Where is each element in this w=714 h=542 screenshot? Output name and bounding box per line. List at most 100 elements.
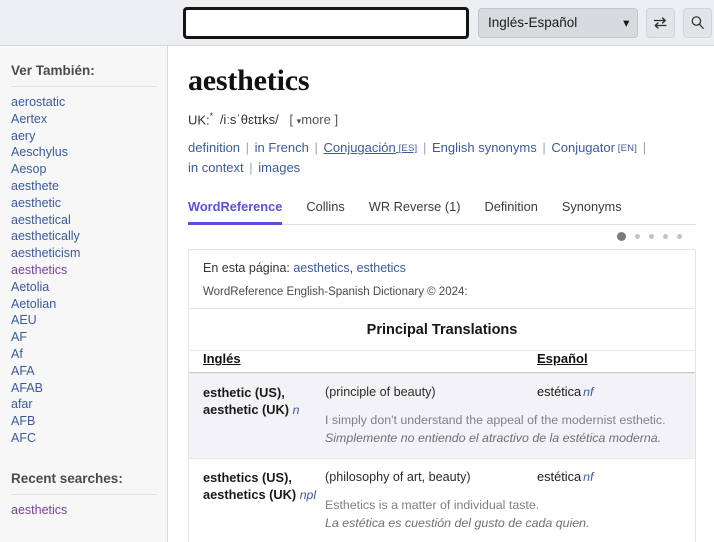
carousel-dots xyxy=(188,225,696,247)
sidebar-divider xyxy=(11,86,157,87)
copyright-line: WordReference English-Spanish Dictionary… xyxy=(203,286,681,298)
translation-sense-cell: (philosophy of art, beauty) Esthetics is … xyxy=(325,469,537,532)
entry-link-in-context[interactable]: in context xyxy=(188,160,244,175)
dictionary-select[interactable]: Inglés-Español xyxy=(478,8,638,38)
carousel-dot-1[interactable] xyxy=(635,234,640,239)
sidebar: Ver También: aerostaticAertexaeryAeschyl… xyxy=(0,46,168,542)
see-also-item-3[interactable]: Aeschylus xyxy=(11,144,167,161)
bracket-close: ] xyxy=(334,112,338,127)
entry-link-images[interactable]: images xyxy=(258,160,300,175)
see-also-item-13[interactable]: AEU xyxy=(11,312,167,329)
entry-link-english-synonyms[interactable]: English synonyms xyxy=(432,140,537,155)
translations-table: Principal Translations Inglés Español es… xyxy=(188,309,696,542)
swap-languages-button[interactable] xyxy=(646,8,675,38)
pronunciation-row: UK:* /iːsˈθɛtɪks/ [ ▾more ] xyxy=(188,111,696,127)
entry-link-conjugator[interactable]: Conjugator xyxy=(551,140,615,155)
see-also-item-19[interactable]: AFB xyxy=(11,413,167,430)
example-english: I simply don't understand the appeal of … xyxy=(325,411,537,429)
tab-wordreference[interactable]: WordReference xyxy=(188,199,282,225)
sidebar-divider-2 xyxy=(11,494,157,495)
spanish-part-of-speech: nf xyxy=(583,385,593,399)
spanish-term: estética xyxy=(537,469,581,484)
entry-link-in-french[interactable]: in French xyxy=(255,140,309,155)
page-body: Ver También: aerostaticAertexaeryAeschyl… xyxy=(0,46,714,542)
spanish-part-of-speech: nf xyxy=(583,470,593,484)
see-also-item-1[interactable]: Aertex xyxy=(11,111,167,128)
translation-spanish-cell: estéticanf xyxy=(537,384,695,447)
see-also-item-4[interactable]: Aesop xyxy=(11,161,167,178)
spanish-term: estética xyxy=(537,384,581,399)
top-search-bar: Inglés-Español ▾ xyxy=(0,0,714,46)
example-english: Esthetics is a matter of individual tast… xyxy=(325,496,537,514)
link-separator: | xyxy=(637,140,648,155)
pron-ipa: /iːsˈθɛtɪks/ xyxy=(220,112,279,127)
tab-synonyms[interactable]: Synonyms xyxy=(562,199,622,225)
more-label[interactable]: more xyxy=(301,112,331,127)
translations-title: Principal Translations xyxy=(189,309,695,350)
entry-link-conjugaci-n[interactable]: Conjugación xyxy=(323,140,395,155)
translations-rows: esthetic (US), aesthetic (UK) n(principl… xyxy=(189,373,695,542)
pron-asterisk: * xyxy=(210,111,214,121)
see-also-item-8[interactable]: aesthetically xyxy=(11,228,167,245)
on-page-link-1[interactable]: esthetics xyxy=(357,261,406,275)
dictionary-select-wrapper[interactable]: Inglés-Español ▾ xyxy=(478,8,638,38)
on-page-link-0[interactable]: aesthetics xyxy=(293,261,349,275)
on-page-line: En esta página: aesthetics, esthetics xyxy=(203,261,681,275)
entry-link-tag: [EN] xyxy=(615,143,637,154)
tab-wr-reverse-1[interactable]: WR Reverse (1) xyxy=(369,199,461,225)
swap-arrows-icon xyxy=(653,16,668,30)
magnifier-icon xyxy=(690,15,705,30)
see-also-item-14[interactable]: AF xyxy=(11,329,167,346)
entry-title: aesthetics xyxy=(188,46,696,97)
see-also-item-9[interactable]: aestheticism xyxy=(11,245,167,262)
on-page-separator: , xyxy=(350,261,357,275)
translation-row: esthetic (US), aesthetic (UK) n(principl… xyxy=(189,373,695,458)
on-page-box: En esta página: aesthetics, esthetics Wo… xyxy=(188,249,696,309)
entry-links-row: definition | in French | Conjugación [ES… xyxy=(188,138,658,177)
see-also-list: aerostaticAertexaeryAeschylusAesopaesthe… xyxy=(0,94,167,447)
on-page-prefix: En esta página: xyxy=(203,261,290,275)
link-separator: | xyxy=(417,140,432,155)
translation-english-cell: esthetics (US), aesthetics (UK) npl xyxy=(203,469,325,532)
see-also-item-5[interactable]: aesthete xyxy=(11,178,167,195)
link-separator: | xyxy=(309,140,324,155)
pron-more-toggle[interactable]: [ ▾more ] xyxy=(289,112,338,127)
search-button[interactable] xyxy=(683,8,712,38)
example-spanish: Simplemente no entiendo el atractivo de … xyxy=(325,429,537,447)
bracket-open: [ xyxy=(289,112,293,127)
english-term: esthetic (US), aesthetic (UK) n xyxy=(203,385,299,417)
see-also-item-15[interactable]: Af xyxy=(11,346,167,363)
link-separator: | xyxy=(244,160,259,175)
translations-header-row: Inglés Español xyxy=(189,350,695,373)
see-also-item-17[interactable]: AFAB xyxy=(11,380,167,397)
carousel-dot-3[interactable] xyxy=(663,234,668,239)
carousel-dot-2[interactable] xyxy=(649,234,654,239)
translation-english-cell: esthetic (US), aesthetic (UK) n xyxy=(203,384,325,447)
see-also-item-20[interactable]: AFC xyxy=(11,430,167,447)
sense-text: (philosophy of art, beauty) xyxy=(325,469,537,486)
see-also-heading: Ver También: xyxy=(0,46,167,86)
see-also-item-2[interactable]: aery xyxy=(11,128,167,145)
see-also-item-16[interactable]: AFA xyxy=(11,363,167,380)
see-also-item-12[interactable]: Aetolian xyxy=(11,296,167,313)
recent-search-item-0[interactable]: aesthetics xyxy=(11,502,167,519)
english-part-of-speech: n xyxy=(293,403,300,417)
entry-link-tag: [ES] xyxy=(396,143,418,154)
see-also-item-7[interactable]: aesthetical xyxy=(11,212,167,229)
dictionary-tabs: WordReference Collins WR Reverse (1) Defini… xyxy=(188,194,696,225)
carousel-dot-0[interactable] xyxy=(617,232,626,241)
entry-link-definition[interactable]: definition xyxy=(188,140,240,155)
see-also-item-10[interactable]: aesthetics xyxy=(11,262,167,279)
see-also-item-6[interactable]: aesthetic xyxy=(11,195,167,212)
translation-row: esthetics (US), aesthetics (UK) npl(phil… xyxy=(189,458,695,542)
search-input[interactable] xyxy=(183,7,469,39)
see-also-item-0[interactable]: aerostatic xyxy=(11,94,167,111)
see-also-item-11[interactable]: Aetolia xyxy=(11,279,167,296)
see-also-item-18[interactable]: afar xyxy=(11,396,167,413)
tab-definition[interactable]: Definition xyxy=(485,199,538,225)
carousel-dot-4[interactable] xyxy=(677,234,682,239)
tab-collins[interactable]: Collins xyxy=(306,199,344,225)
header-spanish: Español xyxy=(537,351,588,366)
recent-searches-heading: Recent searches: xyxy=(0,447,167,494)
main-content: aesthetics UK:* /iːsˈθɛtɪks/ [ ▾more ] d… xyxy=(168,46,714,542)
